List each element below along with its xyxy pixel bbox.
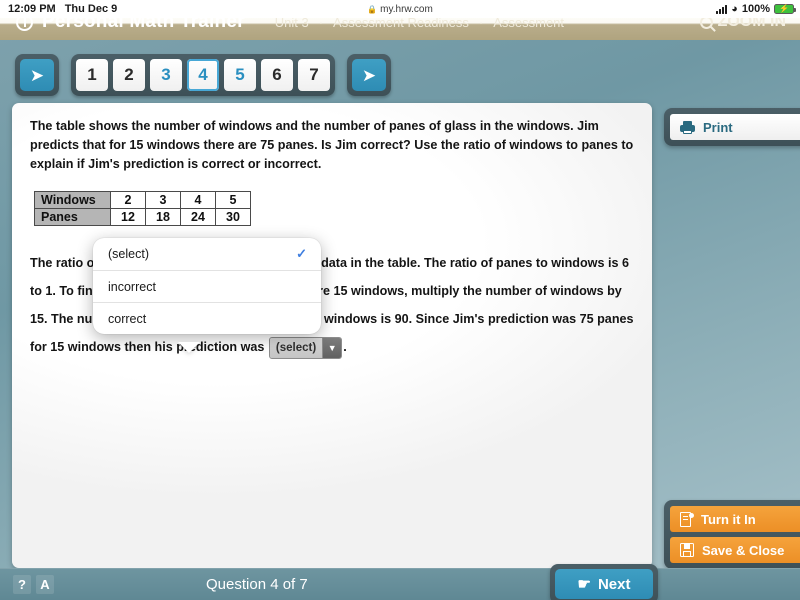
cell-panes-4: 30 <box>215 208 251 226</box>
windows-panes-table: Windows 2 3 4 5 Panes 12 18 24 30 <box>34 191 251 226</box>
page-button-5[interactable]: 5 <box>224 59 256 91</box>
action-rail: Turn it In Save & Close <box>664 500 800 569</box>
breadcrumb-readiness[interactable]: Assessment Readiness <box>333 18 469 30</box>
app-header: Personal Math Trainer Unit 3 · Assessmen… <box>0 18 800 40</box>
dropdown-option-label: (select) <box>108 247 149 261</box>
dropdown-option-select[interactable]: (select) ✓ <box>93 238 321 270</box>
battery-charging-icon: ⚡ <box>774 4 796 14</box>
zoom-in-label: ZOOM IN <box>717 18 786 30</box>
cell-panes-2: 18 <box>145 208 181 226</box>
question-counter: Question 4 of 7 <box>206 576 308 593</box>
prev-question-button[interactable]: ➤ <box>15 54 59 96</box>
breadcrumb-separator-1: · <box>318 18 324 30</box>
accessibility-icon[interactable]: A <box>36 575 54 594</box>
breadcrumb-assessment[interactable]: Assessment <box>493 18 564 30</box>
printer-icon <box>680 120 695 134</box>
turn-it-in-label: Turn it In <box>701 511 756 527</box>
page-button-6[interactable]: 6 <box>261 59 293 91</box>
next-label: Next <box>597 575 631 593</box>
chevron-down-icon: ▼ <box>322 337 342 358</box>
print-label: Print <box>703 119 733 135</box>
question-mark-icon[interactable]: ? <box>13 575 31 594</box>
page-button-2[interactable]: 2 <box>113 59 145 91</box>
cell-windows-2: 3 <box>145 191 181 209</box>
page-button-1[interactable]: 1 <box>76 59 108 91</box>
signal-bars-icon <box>716 4 728 14</box>
url-text: my.hrw.com <box>380 3 433 15</box>
save-and-close-label: Save & Close <box>702 542 785 558</box>
select-options-popup: (select) ✓ incorrect correct <box>93 238 321 334</box>
cell-windows-4: 5 <box>215 191 251 209</box>
cell-windows-3: 4 <box>180 191 216 209</box>
cell-panes-3: 24 <box>180 208 216 226</box>
answer-select-dropdown[interactable]: (select) ▼ <box>268 336 343 359</box>
document-submit-icon <box>680 511 694 527</box>
status-bar-right: ◕ 100% ⚡ <box>716 2 796 15</box>
ios-status-bar: 12:09 PM Thu Dec 9 🔒 my.hrw.com ◕ 100% ⚡ <box>0 0 800 18</box>
row-header-panes: Panes <box>34 208 111 226</box>
next-button[interactable]: ☛ Next <box>555 569 653 599</box>
dropdown-option-incorrect[interactable]: incorrect <box>93 270 321 302</box>
browser-url-bar[interactable]: 🔒 my.hrw.com <box>0 4 800 15</box>
footer-bar: ? A Question 4 of 7 ☛ Next <box>0 564 800 600</box>
battery-percent: 100% <box>741 3 770 15</box>
checkmark-icon: ✓ <box>296 246 307 261</box>
breadcrumb-unit[interactable]: Unit 3 <box>275 18 309 30</box>
question-navigation: ➤ 1 2 3 4 5 6 7 ➤ <box>0 50 800 100</box>
arrow-left-icon: ➤ <box>20 59 54 91</box>
next-button-wrap: ☛ Next <box>550 564 658 600</box>
wifi-icon: ◕ <box>731 2 738 15</box>
answer-select-value: (select) <box>269 337 323 358</box>
page-number-bar: 1 2 3 4 5 6 7 <box>71 54 335 96</box>
answer-period: . <box>343 340 347 354</box>
print-button[interactable]: Print <box>670 114 800 140</box>
page-button-7[interactable]: 7 <box>298 59 330 91</box>
cell-windows-1: 2 <box>110 191 146 209</box>
dropdown-option-correct[interactable]: correct <box>93 302 321 334</box>
table-row: Panes 12 18 24 30 <box>34 208 251 226</box>
page-button-3[interactable]: 3 <box>150 59 182 91</box>
popup-pointer <box>178 342 200 353</box>
zoom-in-button[interactable]: ZOOM IN <box>699 18 786 31</box>
page-button-4[interactable]: 4 <box>187 59 219 91</box>
app-title: Personal Math Trainer <box>42 18 245 32</box>
question-panel: The table shows the number of windows an… <box>12 103 652 568</box>
arrow-right-icon: ➤ <box>352 59 386 91</box>
lock-icon: 🔒 <box>367 4 378 14</box>
cell-panes-1: 12 <box>110 208 146 226</box>
next-question-button[interactable]: ➤ <box>347 54 391 96</box>
save-and-close-button[interactable]: Save & Close <box>670 537 800 563</box>
dropdown-option-label: correct <box>108 311 147 326</box>
dropdown-option-label: incorrect <box>108 279 156 294</box>
row-header-windows: Windows <box>34 191 111 209</box>
breadcrumb: Unit 3 · Assessment Readiness · Assessme… <box>275 18 564 30</box>
footer-icon-group: ? A <box>13 575 54 594</box>
app-root: 12:09 PM Thu Dec 9 🔒 my.hrw.com ◕ 100% ⚡… <box>0 0 800 600</box>
magnifier-icon <box>699 18 713 29</box>
table-row: Windows 2 3 4 5 <box>34 191 251 209</box>
breadcrumb-separator-2: · <box>478 18 484 30</box>
turn-it-in-button[interactable]: Turn it In <box>670 506 800 532</box>
question-prompt: The table shows the number of windows an… <box>30 119 634 171</box>
print-rail: Print <box>664 108 800 146</box>
floppy-disk-icon <box>680 543 694 557</box>
pmt-logo-icon <box>16 18 33 31</box>
pointing-hand-icon: ☛ <box>577 576 591 593</box>
